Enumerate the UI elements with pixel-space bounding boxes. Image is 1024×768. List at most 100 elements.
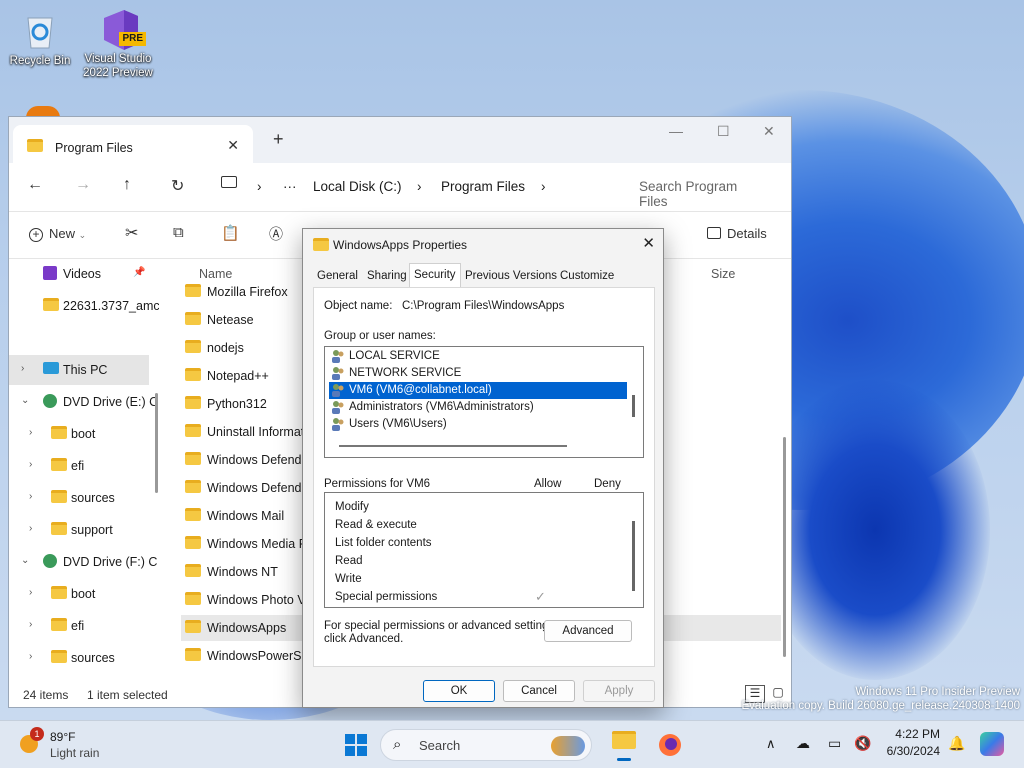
- paste-icon[interactable]: 📋: [221, 224, 240, 242]
- folder-icon: [185, 620, 201, 633]
- rename-icon[interactable]: Ⓐ: [269, 224, 283, 244]
- nav-item-boot[interactable]: › boot: [9, 579, 149, 609]
- nav-item-folder[interactable]: 22631.3737_amc: [9, 291, 159, 321]
- folder-icon: [51, 458, 67, 471]
- tab-sharing[interactable]: Sharing: [363, 265, 411, 287]
- cancel-button[interactable]: Cancel: [503, 680, 575, 702]
- volume-off-icon[interactable]: 🔇: [854, 735, 871, 752]
- nav-item-boot[interactable]: › boot: [9, 419, 149, 449]
- back-arrow-icon[interactable]: ←: [27, 176, 43, 194]
- copilot-icon[interactable]: [980, 732, 1004, 756]
- allow-header: Allow: [534, 478, 562, 490]
- chevron-up-icon[interactable]: ∧: [766, 736, 776, 752]
- user-list-hscrollbar[interactable]: [339, 445, 567, 447]
- clock-time: 4:22 PM: [895, 727, 940, 741]
- object-name-label: Object name:: [324, 300, 393, 312]
- nav-label: boot: [71, 427, 96, 441]
- evaluation-watermark: Windows 11 Pro Insider Preview Evaluatio…: [741, 686, 1020, 712]
- user-row[interactable]: Administrators (VM6\Administrators): [329, 399, 627, 416]
- copy-icon[interactable]: ⧉: [173, 224, 184, 241]
- user-name: VM6 (VM6@collabnet.local): [349, 384, 492, 396]
- permissions-list[interactable]: Modify Read & execute List folder contents…: [324, 492, 644, 608]
- tab-customize[interactable]: Customize: [556, 265, 618, 287]
- chevron-right-icon: ›: [417, 179, 422, 194]
- folder-icon: [185, 452, 201, 465]
- more-icon[interactable]: ···: [283, 179, 297, 194]
- special-permissions-allow-check: ✓: [535, 589, 546, 604]
- chevron-right-icon[interactable]: ›: [29, 523, 32, 534]
- close-window-button[interactable]: ✕: [763, 123, 775, 140]
- user-row[interactable]: Users (VM6\Users): [329, 416, 627, 433]
- close-dialog-button[interactable]: ✕: [642, 234, 655, 252]
- tab-previous-versions[interactable]: Previous Versions: [461, 265, 561, 287]
- advanced-button[interactable]: Advanced: [544, 620, 632, 642]
- refresh-icon[interactable]: ↻: [171, 176, 184, 196]
- desktop-icon-visual-studio[interactable]: PRE Visual Studio 2022 Preview: [80, 8, 156, 80]
- tab-program-files[interactable]: Program Files ✕: [13, 125, 253, 163]
- forward-arrow-icon[interactable]: →: [75, 176, 91, 194]
- apply-button[interactable]: Apply: [583, 680, 655, 702]
- nav-scrollbar[interactable]: [155, 393, 158, 493]
- nav-item-dvd-f[interactable]: ⌄ DVD Drive (F:) C: [9, 547, 157, 577]
- nav-item-this-pc[interactable]: › This PC: [9, 355, 149, 385]
- ok-button[interactable]: OK: [423, 680, 495, 702]
- chevron-right-icon[interactable]: ›: [29, 491, 32, 502]
- user-row[interactable]: NETWORK SERVICE: [329, 365, 627, 382]
- user-row[interactable]: LOCAL SERVICE: [329, 348, 627, 365]
- title-bar: Program Files ✕ + — ☐ ✕: [9, 117, 791, 163]
- nav-label: DVD Drive (E:) C: [63, 395, 159, 409]
- clock[interactable]: 4:22 PM 6/30/2024: [880, 727, 940, 758]
- chevron-down-icon[interactable]: ⌄: [21, 395, 29, 406]
- desktop-icon-recycle-bin[interactable]: Recycle Bin: [2, 10, 78, 68]
- up-arrow-icon[interactable]: ↑: [123, 176, 131, 194]
- folder-icon: [185, 592, 201, 605]
- nav-item-sources[interactable]: › sources: [9, 483, 149, 513]
- pin-icon[interactable]: 📌: [133, 267, 145, 278]
- clock-date: 6/30/2024: [886, 744, 940, 758]
- chevron-right-icon[interactable]: ›: [29, 459, 32, 470]
- user-list[interactable]: LOCAL SERVICE NETWORK SERVICE VM6 (VM6@col…: [324, 346, 644, 458]
- user-group-icon: [331, 400, 345, 414]
- network-off-icon[interactable]: ☁: [796, 735, 810, 752]
- breadcrumb-local-disk[interactable]: Local Disk (C:): [313, 179, 402, 194]
- weather-widget[interactable]: 1 89°F Light rain: [18, 727, 128, 763]
- close-tab-icon[interactable]: ✕: [227, 137, 239, 154]
- new-button[interactable]: + New ⌄: [29, 226, 86, 242]
- breadcrumb[interactable]: › ··· Local Disk (C:) › Program Files ›: [221, 170, 623, 204]
- details-pane-icon: [707, 227, 721, 239]
- nav-item-dvd-e[interactable]: ⌄ DVD Drive (E:) C: [9, 387, 158, 417]
- taskbar-search-label: Search: [419, 738, 461, 753]
- taskbar-search[interactable]: ⌕ Search: [380, 729, 592, 761]
- new-tab-button[interactable]: +: [273, 129, 284, 150]
- file-explorer-taskbar-icon[interactable]: [612, 731, 636, 761]
- display-icon[interactable]: ▭: [828, 735, 841, 752]
- minimize-button[interactable]: —: [669, 123, 683, 139]
- chevron-right-icon[interactable]: ›: [29, 651, 32, 662]
- permissions-scrollbar[interactable]: [632, 521, 635, 591]
- breadcrumb-program-files[interactable]: Program Files: [441, 179, 525, 194]
- user-row[interactable]: VM6 (VM6@collabnet.local): [329, 382, 627, 399]
- user-list-scrollbar[interactable]: [632, 395, 635, 417]
- chevron-right-icon[interactable]: ›: [29, 619, 32, 630]
- chevron-down-icon[interactable]: ⌄: [21, 555, 29, 566]
- nav-item-sources[interactable]: › sources: [9, 643, 149, 673]
- nav-item-efi[interactable]: › efi: [9, 451, 149, 481]
- maximize-button[interactable]: ☐: [717, 123, 730, 140]
- nav-item-videos[interactable]: Videos 📌: [9, 259, 149, 289]
- firefox-icon: [659, 734, 681, 756]
- chevron-right-icon[interactable]: ›: [21, 363, 24, 374]
- search-input[interactable]: Search Program Files: [623, 170, 785, 209]
- start-button[interactable]: [344, 733, 368, 760]
- weather-temp: 89°F: [50, 730, 76, 744]
- details-button[interactable]: Details: [707, 226, 767, 241]
- cut-icon[interactable]: ✂: [125, 223, 138, 243]
- firefox-taskbar-icon[interactable]: [658, 733, 682, 760]
- nav-item-support[interactable]: › support: [9, 515, 149, 545]
- file-list-scrollbar[interactable]: [783, 437, 786, 657]
- tab-general[interactable]: General: [313, 265, 362, 287]
- chevron-right-icon[interactable]: ›: [29, 427, 32, 438]
- chevron-right-icon[interactable]: ›: [29, 587, 32, 598]
- nav-item-efi[interactable]: › efi: [9, 611, 149, 641]
- tab-security[interactable]: Security: [409, 263, 461, 287]
- bell-icon[interactable]: 🔔: [948, 735, 965, 752]
